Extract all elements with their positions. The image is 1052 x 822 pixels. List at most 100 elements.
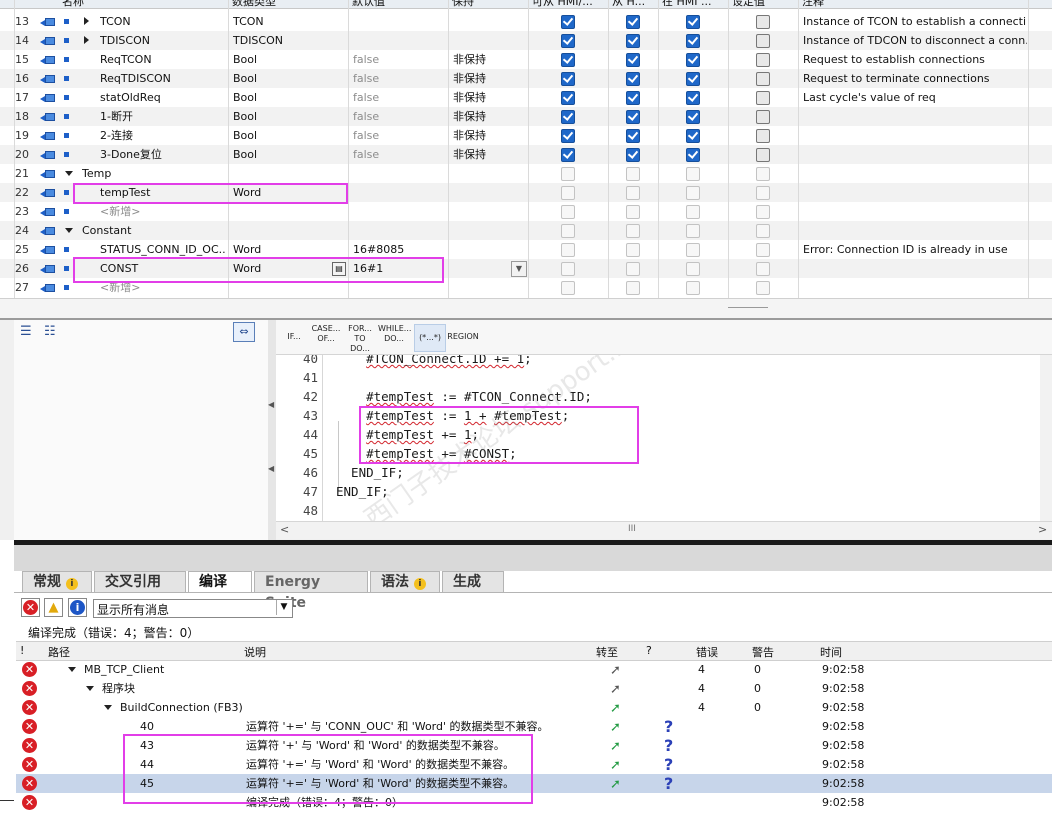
hmi-visible-checkbox[interactable] [686, 148, 700, 162]
setpoint-checkbox[interactable] [756, 224, 770, 238]
variable-default[interactable]: false [353, 107, 445, 126]
col-path[interactable]: 路径 [48, 644, 70, 660]
message-row[interactable]: ✕ MB_TCP_Client ➚ 4 0 9:02:58 [16, 660, 1052, 679]
hmi-visible-checkbox[interactable] [686, 110, 700, 124]
variable-default[interactable] [353, 31, 445, 50]
hmi-visible-checkbox[interactable] [686, 53, 700, 67]
hmi-write-checkbox[interactable] [626, 205, 640, 219]
hmi-visible-checkbox[interactable] [686, 224, 700, 238]
message-row[interactable]: ✕ BuildConnection (FB3) ➚ 4 0 9:02:58 [16, 698, 1052, 717]
message-filter-select[interactable]: 显示所有消息 ▼ [93, 599, 293, 618]
hmi-access-checkbox[interactable] [561, 281, 575, 295]
variable-comment[interactable] [803, 164, 1027, 183]
hmi-access-checkbox[interactable] [561, 34, 575, 48]
variable-retain[interactable] [453, 164, 525, 183]
col-time[interactable]: 时间 [820, 644, 842, 660]
while-button[interactable]: WHILE... DO... [378, 324, 411, 350]
setpoint-checkbox[interactable] [756, 91, 770, 105]
table-row[interactable]: 14 TDISCON TDISCON Instance of TDCON to di… [0, 31, 1052, 50]
collapse-icon[interactable] [86, 686, 94, 691]
goto-arrow-icon[interactable]: ➚ [610, 777, 621, 792]
variable-comment[interactable] [803, 221, 1027, 240]
tab-general[interactable]: 常规 i [22, 571, 92, 592]
hmi-write-checkbox[interactable] [626, 129, 640, 143]
hmi-access-checkbox[interactable] [561, 148, 575, 162]
hmi-visible-checkbox[interactable] [686, 167, 700, 181]
variable-comment[interactable]: Request to terminate connections [803, 69, 1027, 88]
col-excl[interactable]: ! [20, 644, 24, 657]
help-icon[interactable]: ? [664, 755, 673, 774]
header-datatype[interactable]: 数据类型 [232, 0, 276, 8]
goto-arrow-icon[interactable]: ➚ [610, 739, 621, 754]
variable-name[interactable]: TCON [100, 12, 226, 31]
header-retain[interactable]: 保持 [452, 0, 474, 8]
variable-default[interactable] [353, 221, 445, 240]
hmi-visible-checkbox[interactable] [686, 129, 700, 143]
filter-errors-button[interactable]: ✕ [21, 598, 40, 617]
variable-comment[interactable] [803, 145, 1027, 164]
header-hmi-visible[interactable]: 在 HMI ... [662, 0, 712, 8]
region-button[interactable]: REGION [446, 324, 480, 350]
setpoint-checkbox[interactable] [756, 34, 770, 48]
setpoint-checkbox[interactable] [756, 53, 770, 67]
filter-warnings-button[interactable]: ▲ [44, 598, 63, 617]
setpoint-checkbox[interactable] [756, 281, 770, 295]
help-icon[interactable]: ? [664, 717, 673, 736]
hmi-access-checkbox[interactable] [561, 110, 575, 124]
hmi-access-checkbox[interactable] [561, 186, 575, 200]
col-warnings[interactable]: 警告 [752, 644, 774, 660]
message-row[interactable]: ✕ 程序块 ➚ 4 0 9:02:58 [16, 679, 1052, 698]
hmi-access-checkbox[interactable] [561, 129, 575, 143]
help-icon[interactable]: ? [664, 736, 673, 755]
filter-info-button[interactable]: i [68, 598, 87, 617]
variable-comment[interactable]: Instance of TDCON to disconnect a conn..… [803, 31, 1027, 50]
variable-retain[interactable] [453, 240, 525, 259]
table-row[interactable]: 16 ReqTDISCON Bool false 非保持 Request to term… [0, 69, 1052, 88]
expand-icon[interactable] [84, 36, 89, 44]
variable-name[interactable]: 1-断开 [100, 107, 226, 126]
variable-name[interactable]: ReqTCON [100, 50, 226, 69]
table-row[interactable]: 20 3-Done复位 Bool false 非保持 [0, 145, 1052, 164]
comment-button[interactable]: (*...*) [414, 324, 446, 352]
table-row[interactable]: 18 1-断开 Bool false 非保持 [0, 107, 1052, 126]
hmi-write-checkbox[interactable] [626, 262, 640, 276]
tab-compile[interactable]: 编译 [188, 571, 252, 592]
tab-xref[interactable]: 交叉引用 [94, 571, 186, 592]
help-icon[interactable]: ? [664, 774, 673, 793]
variable-comment[interactable] [803, 202, 1027, 221]
hmi-write-checkbox[interactable] [626, 91, 640, 105]
hmi-visible-checkbox[interactable] [686, 281, 700, 295]
variable-retain[interactable] [453, 202, 525, 221]
hmi-access-checkbox[interactable] [561, 53, 575, 67]
setpoint-checkbox[interactable] [756, 148, 770, 162]
col-desc[interactable]: 说明 [244, 644, 266, 660]
variable-comment[interactable] [803, 278, 1027, 297]
setpoint-checkbox[interactable] [756, 15, 770, 29]
variable-datatype[interactable]: Bool [233, 145, 345, 164]
code-hscroll[interactable]: < III > [276, 521, 1052, 539]
variable-name[interactable]: 2-连接 [100, 126, 226, 145]
hmi-write-checkbox[interactable] [626, 72, 640, 86]
goto-arrow-icon[interactable]: ➚ [610, 663, 621, 678]
hmi-access-checkbox[interactable] [561, 91, 575, 105]
header-comment[interactable]: 注释 [802, 0, 824, 8]
variable-name[interactable]: ReqTDISCON [100, 69, 226, 88]
hmi-write-checkbox[interactable] [626, 110, 640, 124]
variable-comment[interactable]: Error: Connection ID is already in use [803, 240, 1027, 259]
retain-dropdown-icon[interactable]: ▼ [511, 261, 527, 277]
variable-comment[interactable]: Instance of TCON to establish a connecti… [803, 12, 1027, 31]
hmi-write-checkbox[interactable] [626, 53, 640, 67]
variable-name[interactable]: statOldReq [100, 88, 226, 107]
variable-comment[interactable]: Last cycle's value of req [803, 88, 1027, 107]
table-row[interactable]: 21 Temp [0, 164, 1052, 183]
table-row[interactable]: 24 Constant [0, 221, 1052, 240]
variable-datatype[interactable]: TDISCON [233, 31, 345, 50]
table-row[interactable]: 17 statOldReq Bool false 非保持 Last cycle's va… [0, 88, 1052, 107]
tab-energy-suite[interactable]: Energy Suite [254, 571, 368, 611]
variable-retain[interactable]: 非保持 [453, 107, 525, 126]
hmi-visible-checkbox[interactable] [686, 15, 700, 29]
variable-comment[interactable] [803, 259, 1027, 278]
collapse-icon[interactable] [68, 667, 76, 672]
hmi-write-checkbox[interactable] [626, 281, 640, 295]
variable-comment[interactable] [803, 126, 1027, 145]
